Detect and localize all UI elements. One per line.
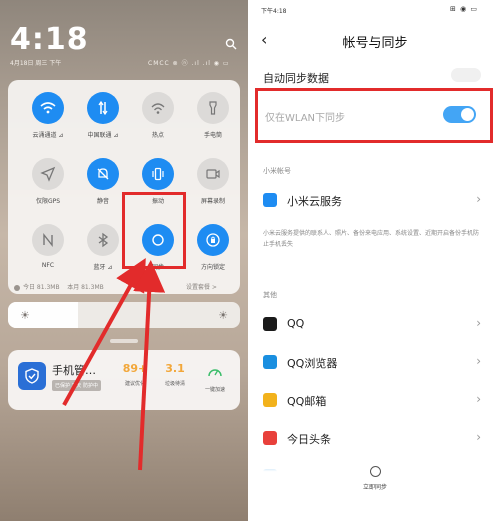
control-center-screenshot: 4:18 4月18日 周三 下午 CMCC ⊗ ⓝ .ıl .ıl ◉ ▭ 云涌…	[0, 0, 248, 521]
tile-hotspot[interactable]: 热点	[129, 92, 187, 148]
brightness-slider[interactable]: ☀ ☀	[8, 302, 240, 328]
bluetooth-icon	[87, 224, 119, 256]
mi-cloud-row[interactable]: 小米云服务 ›	[251, 186, 499, 216]
phone-manager-subtitle: 已保护 3 天 防护中	[52, 380, 101, 391]
page-title: 帐号与同步	[342, 36, 408, 51]
speedup-label: 一键加速	[204, 387, 225, 393]
chevron-right-icon: ›	[476, 430, 481, 444]
tile-screen-record[interactable]: 屏幕录制	[184, 158, 242, 214]
hotspot-icon	[142, 92, 174, 124]
nfc-icon	[32, 224, 64, 256]
data-usage-today: 今日 81.3MB 本月 81.3MB	[14, 282, 104, 291]
account-row-toutiao[interactable]: 今日头条 ›	[251, 424, 499, 454]
optimize-stat[interactable]: 89+ 建议优化	[116, 362, 154, 387]
tile-label: 仅限GPS	[35, 198, 61, 205]
account-label: 今日头条	[287, 433, 331, 446]
chevron-right-icon: ›	[476, 192, 481, 206]
sync-now-icon	[369, 466, 381, 477]
qq-mail-icon	[263, 393, 277, 407]
speedup-stat[interactable]: 一键加速	[196, 362, 234, 393]
rotation-lock-icon	[197, 224, 229, 256]
status-bar-icons: CMCC ⊗ ⓝ .ıl .ıl ◉ ▭	[148, 60, 230, 67]
mobile-data-icon	[87, 92, 119, 124]
tile-label: 方向锁定	[200, 264, 225, 271]
tile-label: NFC	[41, 262, 55, 269]
set-plan-link[interactable]: 设置套餐 >	[186, 282, 217, 291]
brightness-high-icon: ☀	[218, 309, 228, 322]
toutiao-icon	[263, 431, 277, 445]
wlan-only-label: 仅在WLAN下同步	[265, 113, 346, 124]
qq-icon	[263, 317, 277, 331]
brightness-low-icon: ☀	[20, 309, 30, 322]
account-label: QQ浏览器	[287, 357, 338, 370]
sync-now-label: 立即同步	[362, 484, 387, 491]
tile-mobile-data[interactable]: 中国联通 ⊿	[74, 92, 132, 148]
section-mi-account: 小米帐号	[263, 167, 291, 175]
vibrate-icon	[142, 158, 174, 190]
mi-cloud-label: 小米云服务	[287, 195, 342, 208]
toggle-knob	[461, 108, 474, 121]
junk-label: 垃圾待清	[164, 381, 185, 387]
status-time: 下午4:18	[261, 8, 287, 15]
status-icons: ⊞ ◉ ▭	[450, 5, 479, 13]
cloud-icon	[263, 193, 277, 207]
optimize-label: 建议优化	[124, 381, 145, 387]
tile-label: 屏幕录制	[200, 198, 225, 205]
sync-now-button[interactable]: 立即同步	[251, 466, 499, 491]
tile-rotation-lock[interactable]: 方向锁定	[184, 224, 242, 280]
tile-wifi[interactable]: 云涌通道 ⊿	[19, 92, 77, 148]
sync-highlight-box	[122, 192, 186, 269]
data-usage-today-text: 今日 81.3MB	[23, 284, 60, 291]
location-icon	[32, 158, 64, 190]
auto-sync-toggle[interactable]	[451, 68, 481, 82]
phone-manager-title: 手机管…	[52, 364, 96, 377]
tile-label: 热点	[151, 132, 164, 139]
chevron-right-icon: ›	[476, 392, 481, 406]
account-row-qq-mail[interactable]: QQ邮箱 ›	[251, 386, 499, 416]
junk-stat[interactable]: 3.1 垃圾待清	[156, 362, 194, 387]
tile-flashlight[interactable]: 手电筒	[184, 92, 242, 148]
chevron-right-icon: ›	[476, 354, 481, 368]
data-usage-month-text: 本月 81.3MB	[67, 284, 104, 291]
wlan-only-toggle[interactable]	[443, 106, 476, 123]
qq-browser-icon	[263, 355, 277, 369]
clock-date: 4月18日 周三 下午	[10, 60, 62, 67]
account-label: QQ	[287, 317, 305, 330]
auto-sync-label: 自动同步数据	[263, 72, 329, 85]
silent-bell-icon	[87, 158, 119, 190]
optimize-value: 89+	[122, 362, 148, 375]
screen-record-icon	[197, 158, 229, 190]
chevron-right-icon: ›	[476, 316, 481, 330]
mi-cloud-description: 小米云服务提供的联系人、照片、备份来电应用、系统设置、近期开启备份手机防止手机丢…	[263, 230, 480, 248]
brightness-fill	[8, 302, 78, 328]
phone-manager-card[interactable]: 手机管… 已保护 3 天 防护中 89+ 建议优化 3.1 垃圾待清 一键加速	[8, 350, 240, 410]
section-other: 其他	[263, 291, 277, 299]
shield-icon	[18, 362, 46, 390]
tile-location[interactable]: 仅限GPS	[19, 158, 77, 214]
tile-label: 云涌通道 ⊿	[32, 132, 64, 139]
account-label: QQ邮箱	[287, 395, 327, 408]
tile-label: 中国联通 ⊿	[87, 132, 119, 139]
speedometer-icon	[208, 369, 222, 377]
data-usage-icon	[14, 284, 20, 291]
drag-handle[interactable]	[110, 339, 138, 343]
wifi-icon	[32, 92, 64, 124]
account-row-qq-browser[interactable]: QQ浏览器 ›	[251, 348, 499, 378]
account-sync-screen: 下午4:18 ⊞ ◉ ▭ ‹ 帐号与同步 自动同步数据 仅在WLAN下同步 小米…	[251, 0, 499, 521]
tile-label: 手电筒	[203, 132, 222, 139]
clock-time: 4:18	[10, 22, 89, 57]
account-row-qq[interactable]: QQ ›	[251, 310, 499, 340]
junk-value: 3.1	[165, 362, 185, 375]
search-icon[interactable]	[225, 38, 237, 50]
flashlight-icon	[197, 92, 229, 124]
tile-nfc[interactable]: NFC	[19, 224, 77, 280]
